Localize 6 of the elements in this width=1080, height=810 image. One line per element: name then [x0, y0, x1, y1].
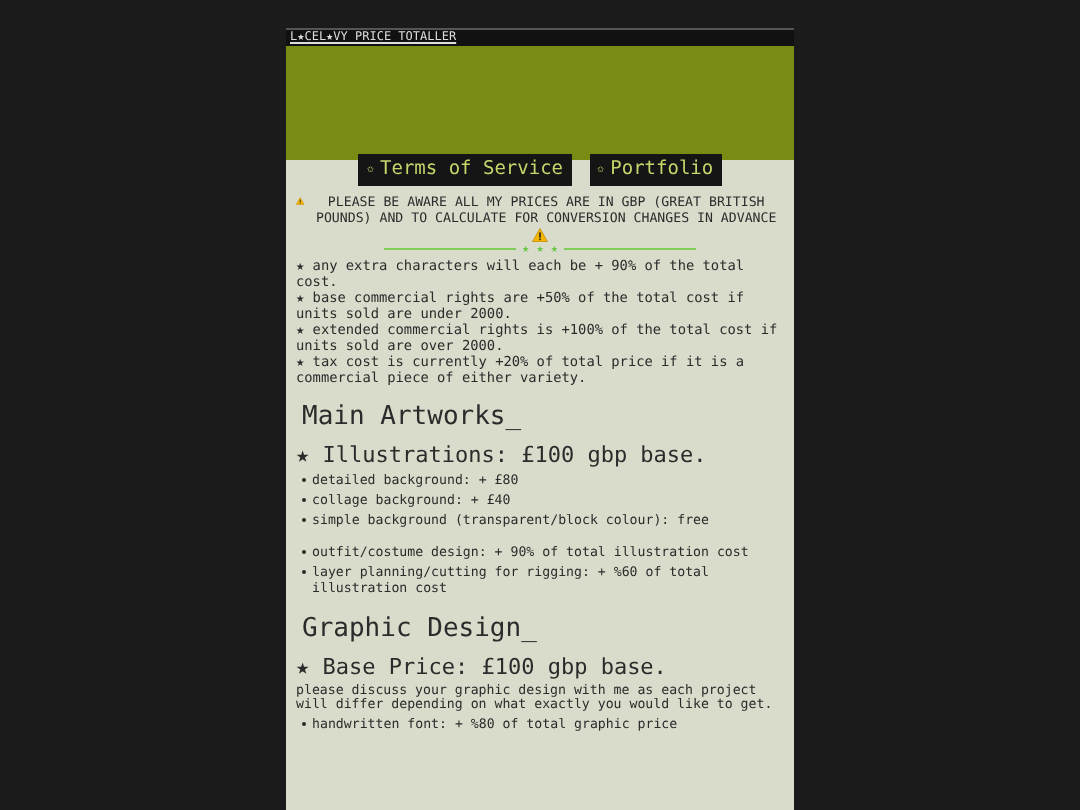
price-heading: ★ Illustrations: £100 gbp base. [296, 441, 709, 467]
section-heading: Graphic Design_ [300, 613, 539, 643]
warning-icon [296, 193, 305, 207]
section-heading: Main Artworks_ [300, 401, 524, 431]
price-heading: ★ Base Price: £100 gbp base. [296, 653, 669, 679]
warning-icon [532, 227, 548, 241]
